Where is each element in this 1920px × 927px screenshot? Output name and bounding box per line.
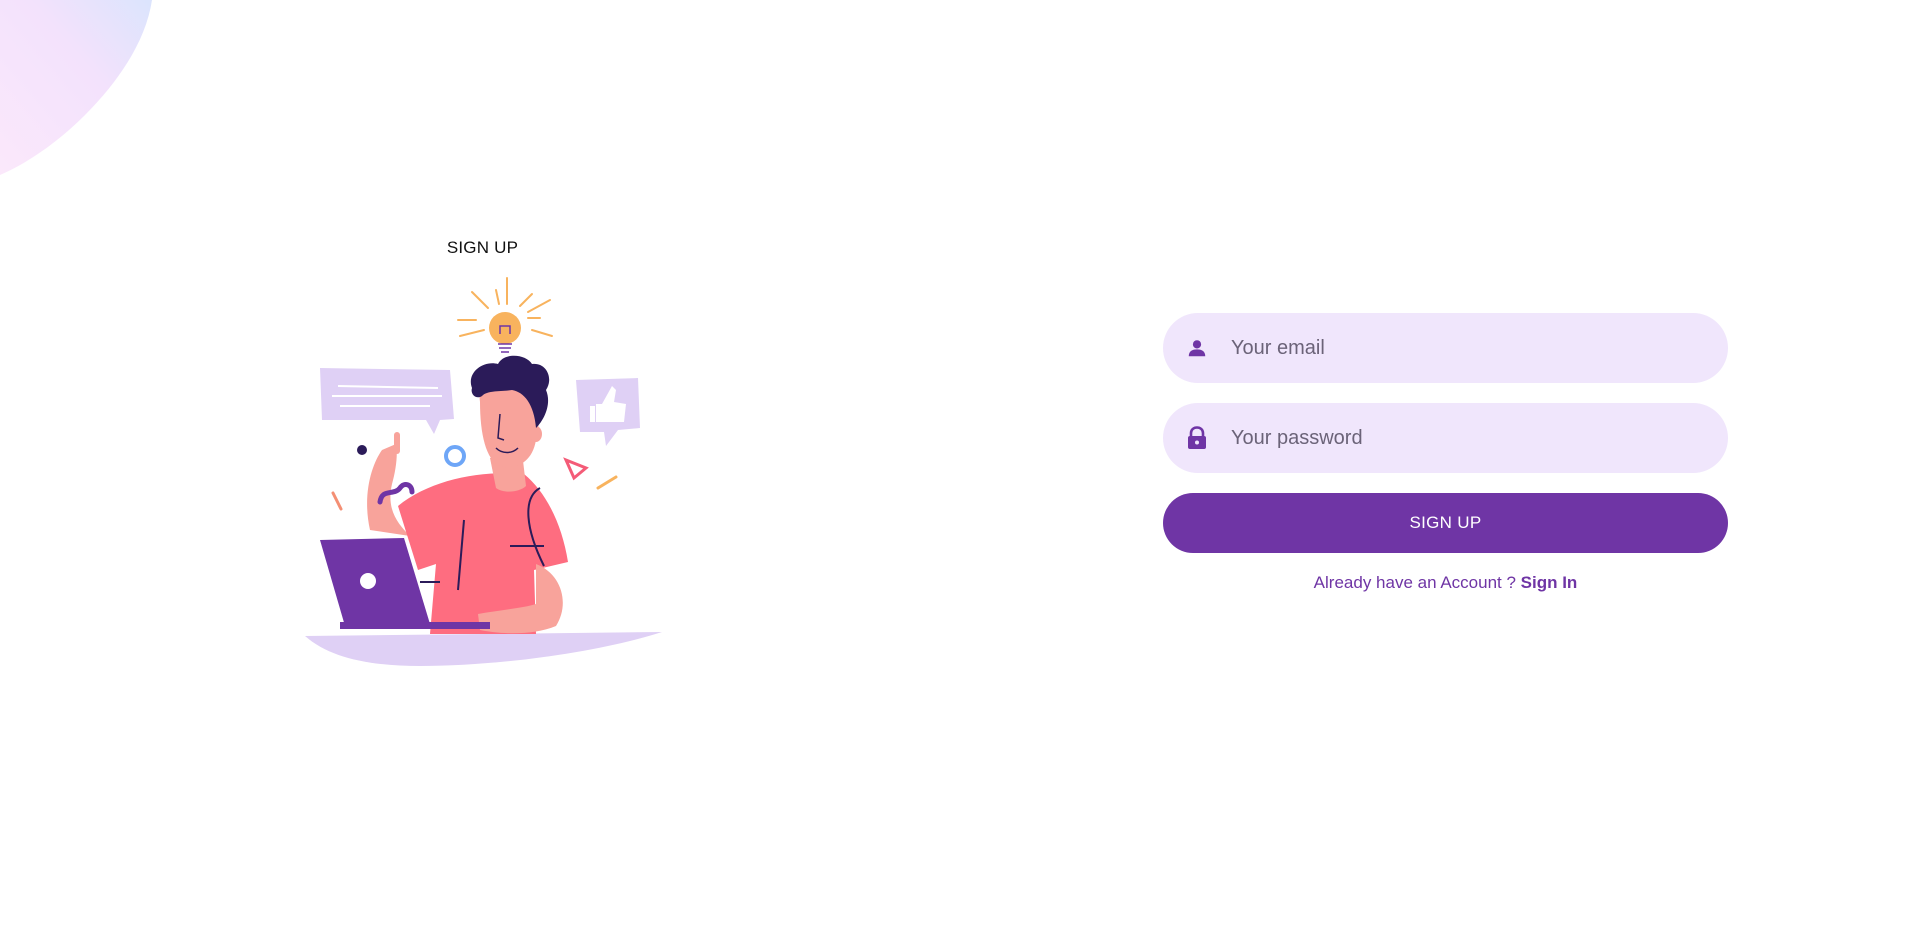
corner-gradient-blob bbox=[0, 0, 152, 175]
password-field-container[interactable] bbox=[1163, 403, 1728, 473]
sign-in-link[interactable]: Sign In bbox=[1521, 573, 1578, 592]
lightbulb-icon bbox=[489, 312, 521, 344]
password-field[interactable] bbox=[1231, 403, 1701, 473]
sign-up-button[interactable]: SIGN UP bbox=[1163, 493, 1728, 553]
account-prompt-line: Already have an Account ? Sign In bbox=[1163, 573, 1728, 593]
desk-shape bbox=[305, 632, 662, 666]
person-with-laptop-illustration bbox=[305, 277, 662, 666]
person-icon bbox=[1185, 336, 1209, 360]
signup-form: SIGN UP Already have an Account ? Sign I… bbox=[1163, 313, 1728, 593]
chat-bubble-shape bbox=[320, 368, 454, 434]
lock-icon bbox=[1185, 426, 1209, 450]
email-field[interactable] bbox=[1231, 313, 1701, 383]
illustration-panel: SIGN UP bbox=[300, 238, 665, 678]
email-field-container[interactable] bbox=[1163, 313, 1728, 383]
signup-page: SIGN UP Your email SIGN UP Already have … bbox=[0, 0, 1920, 927]
page-title: SIGN UP bbox=[446, 238, 519, 257]
account-prompt-text: Already have an Account ? bbox=[1313, 573, 1516, 592]
